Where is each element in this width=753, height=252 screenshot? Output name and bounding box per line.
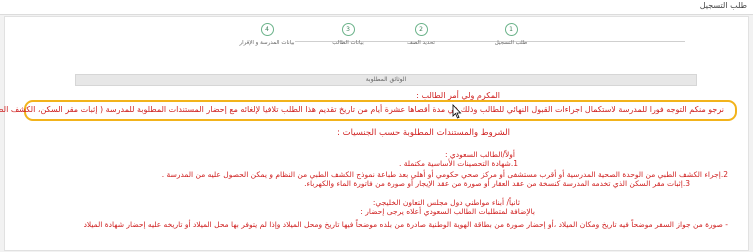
registration-panel: 1 طلب التسجيل 2 تحديد الصف 3 بيانات الطا… <box>0 16 750 252</box>
certificate-requirement: 1.شهادة التحصينات الأساسية مكتملة . <box>399 159 518 168</box>
gulf-heading: ثانياً/ أبناء مواطني دول مجلس التعاون ال… <box>372 198 520 207</box>
gulf-extra-requirements: بالإضافة لمتطلبات الطالب السعودي أعلاه ي… <box>360 207 535 216</box>
registration-page: طلب التسجيل 1 طلب التسجيل 2 تحديد الصف 3… <box>0 0 753 251</box>
medical-check-requirement: 2.إجراء الكشف الطبي من الوحدة الصحية الم… <box>161 170 728 179</box>
requirements-title: الشروط والمستندات المطلوبة حسب الجنسيات … <box>337 128 510 138</box>
page-header: طلب التسجيل <box>0 0 753 15</box>
address-proof-requirement: 3.إثبات مقر السكن الذي تخدمه المدرسة كنس… <box>304 179 690 188</box>
saudi-heading: أولاً/الطالب السعودي : <box>444 150 515 159</box>
instruction-text: نرجو منكم التوجه فورا للمدرسة لاستكمال ا… <box>0 105 724 114</box>
page-title: طلب التسجيل <box>699 1 747 10</box>
greeting-text: المكرم ولي أمر الطالب : <box>416 91 500 100</box>
notice-content: المكرم ولي أمر الطالب : نرجو منكم التوجه… <box>0 17 750 252</box>
mouse-cursor-icon <box>452 104 462 119</box>
passport-requirement: - صورة من جواز السفر موضحاً فيه تاريخ وم… <box>83 220 728 229</box>
